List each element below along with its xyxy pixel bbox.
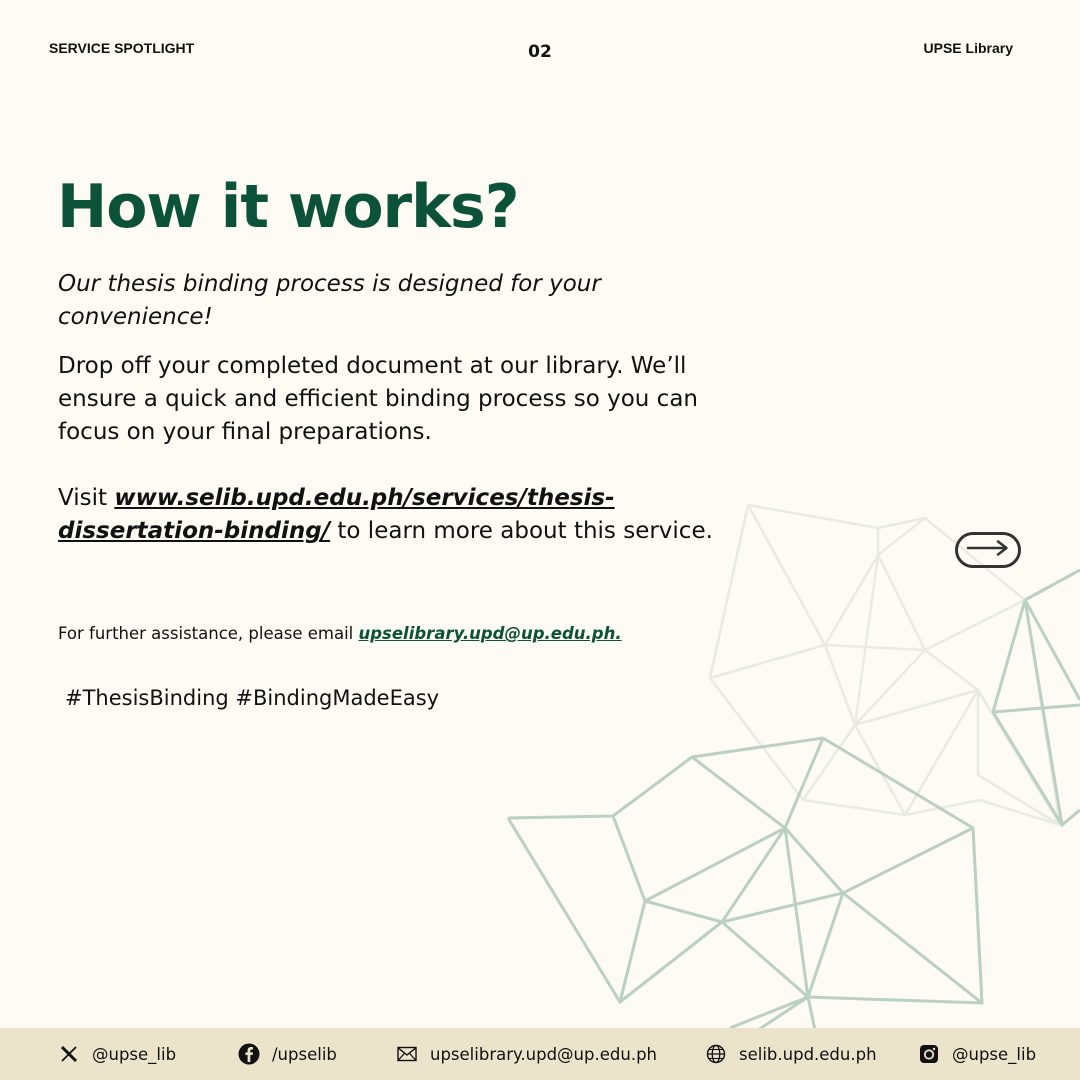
- visit-text: Visit www.selib.upd.edu.ph/services/thes…: [58, 482, 748, 548]
- twitter-handle: @upse_lib: [92, 1044, 177, 1064]
- footer-twitter[interactable]: @upse_lib: [58, 1028, 176, 1080]
- arrow-right-icon: [966, 540, 1010, 560]
- facebook-icon: [238, 1043, 260, 1065]
- instagram-handle: @upse_lib: [952, 1044, 1037, 1064]
- body-text: Drop off your completed document at our …: [58, 353, 699, 445]
- assistance-email-link[interactable]: upselibrary.upd@up.edu.ph.: [358, 624, 621, 643]
- footer-email[interactable]: upselibrary.upd@up.edu.ph: [396, 1028, 657, 1080]
- footer-bar: @upse_lib /upselib upselibrary.upd@up.ed…: [0, 1028, 1080, 1080]
- email-address: upselibrary.upd@up.edu.ph: [430, 1044, 657, 1064]
- page-title: How it works?: [57, 172, 520, 242]
- hashtags: #ThesisBinding #BindingMadeEasy: [65, 686, 440, 710]
- website-url: selib.upd.edu.ph: [739, 1044, 877, 1064]
- footer-facebook[interactable]: /upselib: [238, 1028, 337, 1080]
- envelope-icon: [396, 1043, 418, 1065]
- next-button[interactable]: [955, 532, 1021, 568]
- facebook-handle: /upselib: [272, 1044, 337, 1064]
- instagram-icon: [918, 1043, 940, 1065]
- x-twitter-icon: [58, 1043, 80, 1065]
- subtitle: Our thesis binding process is designed f…: [58, 271, 601, 330]
- footer-website[interactable]: selib.upd.edu.ph: [705, 1028, 877, 1080]
- footer-instagram[interactable]: @upse_lib: [918, 1028, 1036, 1080]
- visit-prefix: Visit: [58, 485, 115, 511]
- assistance-text: For further assistance, please email ups…: [58, 624, 622, 643]
- brand-name: UPSE Library: [923, 40, 1013, 56]
- assist-prefix: For further assistance, please email: [58, 624, 359, 643]
- page-number: 02: [528, 42, 552, 62]
- globe-icon: [705, 1043, 727, 1065]
- visit-suffix: to learn more about this service.: [330, 518, 713, 544]
